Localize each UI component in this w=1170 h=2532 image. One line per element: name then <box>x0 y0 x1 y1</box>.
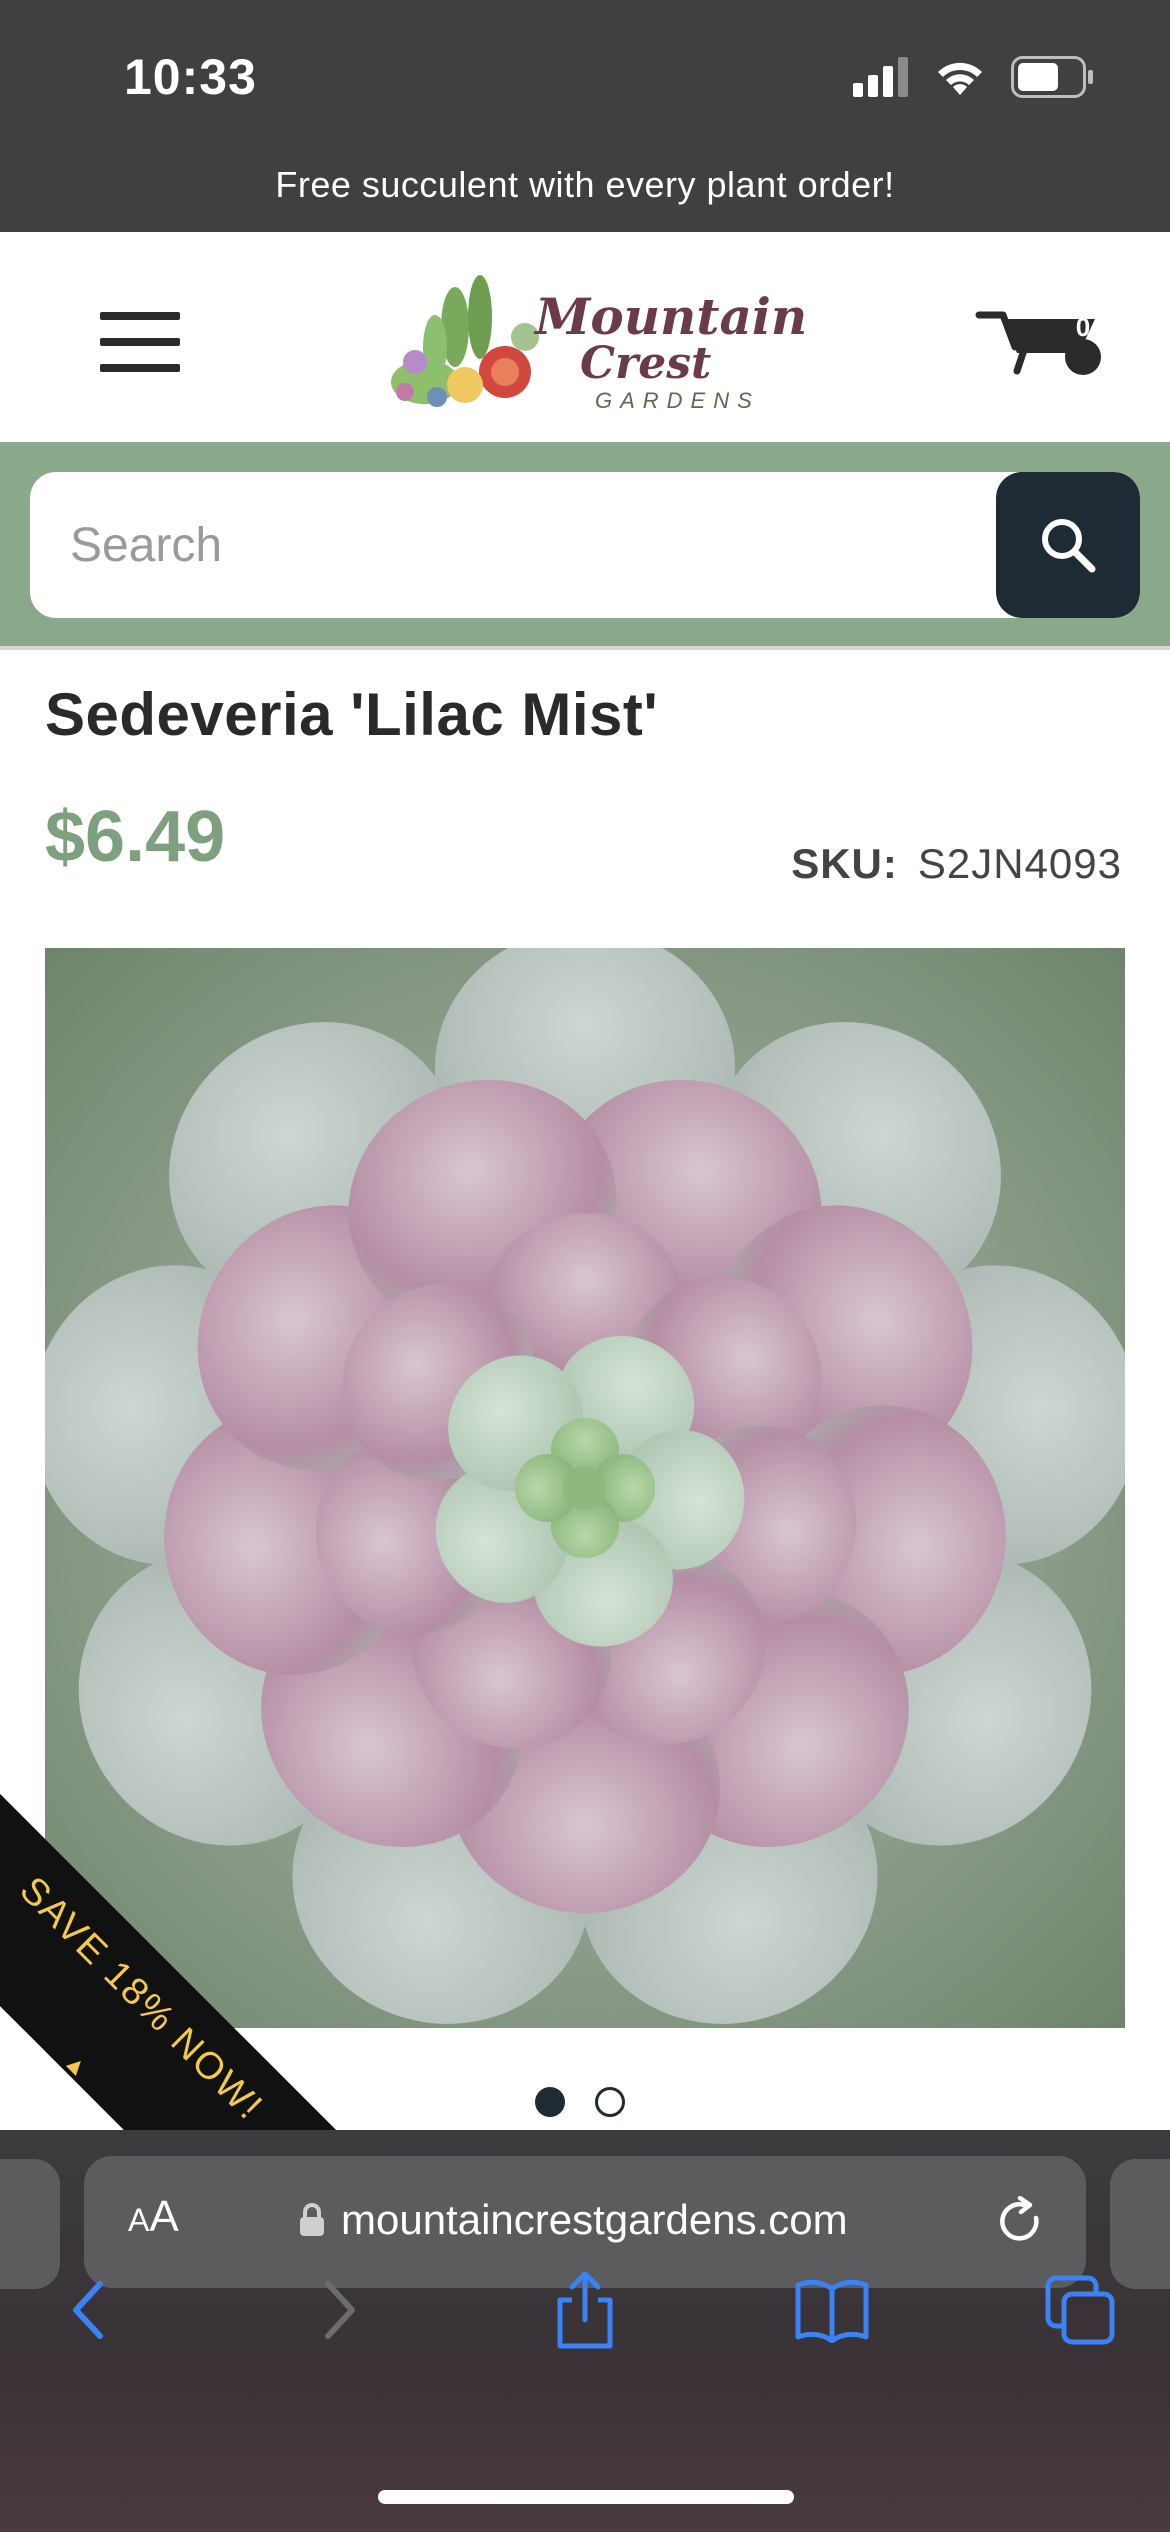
product-title: Sedeveria 'Lilac Mist' <box>45 681 659 748</box>
forward-chevron-icon <box>325 2281 355 2339</box>
carousel-dot-1[interactable] <box>535 2087 565 2117</box>
status-time: 10:33 <box>124 49 257 105</box>
search-box <box>30 472 1140 618</box>
forward-button[interactable] <box>300 2270 380 2350</box>
url-text: mountaincrestgardens.com <box>341 2196 848 2243</box>
logo[interactable]: Mountain Crest GARDENS <box>385 262 808 422</box>
share-icon <box>557 2271 613 2349</box>
cart-button[interactable]: 0 <box>975 297 1115 387</box>
wifi-icon <box>938 62 982 95</box>
status-icons <box>853 55 1095 99</box>
share-button[interactable] <box>545 2270 625 2350</box>
logo-wordmark: Mountain Crest GARDENS <box>535 287 808 414</box>
status-bar: 10:33 <box>0 0 1170 150</box>
succulent-logo-icon <box>391 275 539 407</box>
sku-value: S2JN4093 <box>917 840 1122 887</box>
reader-aa-button[interactable]: AA <box>128 2192 179 2242</box>
back-button[interactable] <box>48 2270 128 2350</box>
lock-icon <box>300 2203 324 2236</box>
bookmarks-button[interactable] <box>792 2270 872 2350</box>
carousel-dot-2[interactable] <box>595 2087 625 2117</box>
site-header: Mountain Crest GARDENS 0 <box>0 232 1170 442</box>
search-button[interactable] <box>996 472 1140 618</box>
home-indicator[interactable] <box>378 2490 794 2504</box>
search-icon <box>1042 519 1096 573</box>
reload-icon[interactable] <box>994 2195 1046 2248</box>
tabs-icon <box>1045 2275 1115 2345</box>
signal-icon <box>853 57 908 97</box>
url-display: mountaincrestgardens.com <box>299 2196 848 2244</box>
carousel-dots <box>535 2087 625 2117</box>
product-sku: SKU: S2JN4093 <box>791 840 1122 888</box>
hamburger-menu-icon[interactable] <box>100 312 180 372</box>
cart-count: 0 <box>1075 312 1091 342</box>
product-image[interactable] <box>45 948 1125 2028</box>
search-band <box>0 442 1170 650</box>
promo-banner[interactable]: Free succulent with every plant order! <box>0 150 1170 232</box>
sku-label: SKU: <box>791 840 898 887</box>
battery-icon <box>1011 56 1093 98</box>
back-chevron-icon <box>73 2281 103 2339</box>
search-input[interactable] <box>30 472 1000 618</box>
browser-toolbar <box>0 2270 1170 2460</box>
address-bar[interactable]: AA mountaincrestgardens.com <box>84 2156 1086 2288</box>
succulent-rosette-image <box>45 948 1125 2028</box>
book-icon <box>795 2279 869 2343</box>
tabs-button[interactable] <box>1040 2270 1120 2350</box>
product-price: $6.49 <box>45 797 226 877</box>
